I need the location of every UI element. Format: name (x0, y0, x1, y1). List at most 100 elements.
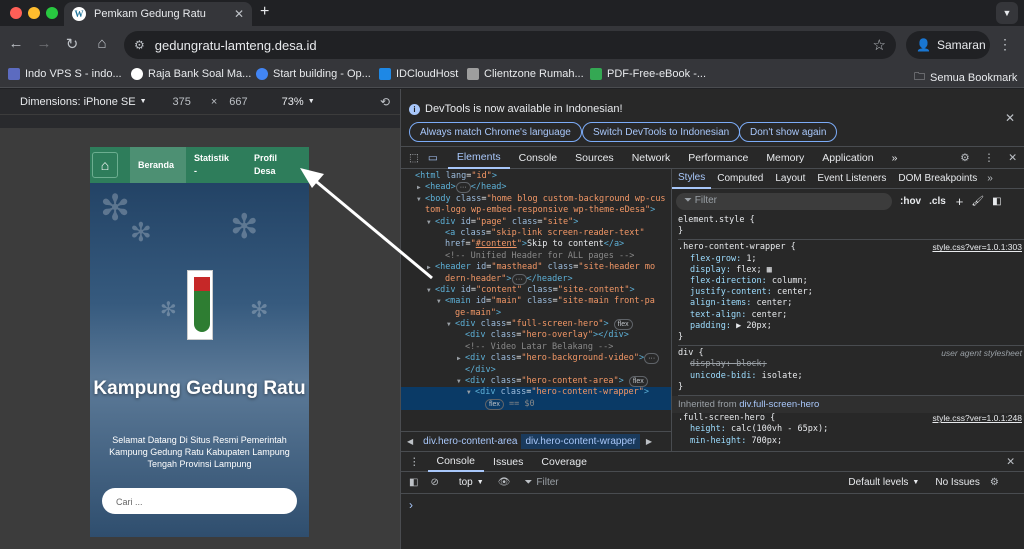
console-filter-input[interactable]: Filter (536, 477, 836, 488)
eye-icon[interactable]: 👁 (484, 477, 521, 488)
dom-node-line[interactable]: dern-header"> ··· </header> (401, 273, 671, 285)
css-rule[interactable]: element.style {} (678, 213, 1024, 241)
tab-sources[interactable]: Sources (566, 152, 623, 164)
dom-node-line[interactable]: ▶ <header id="masthead" class="site-heade… (401, 262, 671, 273)
close-window-button[interactable] (10, 7, 22, 19)
nav-statistik[interactable]: Statistik - (186, 147, 242, 183)
expand-triangle-icon[interactable]: ▼ (427, 285, 435, 296)
css-source-link[interactable]: user agent stylesheet (941, 348, 1024, 359)
dom-node-line[interactable]: ▶ <div class="hero-background-video"> ··· (401, 353, 671, 365)
bookmark-item[interactable]: Raja Bank Soal Ma... (131, 68, 251, 80)
dom-node-line[interactable]: <!-- Video Latar Belakang --> (401, 342, 671, 353)
css-property[interactable]: align-items: center; (678, 298, 1024, 309)
dom-node-line[interactable]: <html lang="id"> (401, 171, 671, 182)
sidebar-icon[interactable]: ◧ (401, 477, 424, 488)
css-source-link[interactable]: style.css?ver=1.0.1:303 (932, 242, 1024, 253)
zoom-select[interactable]: 73% (282, 96, 304, 108)
tab-memory[interactable]: Memory (757, 152, 813, 164)
reload-button[interactable]: ↻ (62, 35, 82, 53)
drawer-menu-icon[interactable]: ⋮ (401, 456, 428, 468)
clear-console-icon[interactable]: ⊘ (424, 477, 444, 488)
css-property[interactable]: text-align: center; (678, 310, 1024, 321)
css-rule[interactable]: style.css?ver=1.0.1:303 .hero-content-wra… (678, 240, 1024, 347)
breadcrumb-item[interactable]: div.hero-content-area (419, 434, 521, 449)
bookmark-item[interactable]: PDF-Free-eBook -... (590, 68, 706, 80)
dom-node-line[interactable]: ▼ <body class="home blog custom-backgroun… (401, 194, 671, 205)
nav-profil-desa[interactable]: Profil Desa (246, 147, 302, 183)
tab-issues[interactable]: Issues (484, 456, 532, 468)
maximize-window-button[interactable] (46, 7, 58, 19)
device-dimensions-select[interactable]: Dimensions: iPhone SE (20, 96, 136, 108)
hov-button[interactable]: :hov (900, 196, 921, 207)
all-bookmarks-button[interactable]: 🗀 Semua Bookmark (914, 68, 1017, 87)
switch-language-button[interactable]: Switch DevTools to Indonesian (582, 122, 741, 142)
dom-node-line[interactable]: ▼ <div id="content" class="site-content"> (401, 285, 671, 296)
dom-node-line[interactable]: <a class="skip-link screen-reader-text" (401, 228, 671, 239)
default-levels-select[interactable]: Default levels (848, 477, 908, 488)
close-devtools-icon[interactable]: ✕ (1000, 152, 1024, 164)
height-input[interactable]: 667 (229, 96, 247, 108)
css-property[interactable]: padding: ▶ 20px; (678, 321, 1024, 332)
gear-icon[interactable]: ⚙ (990, 477, 999, 488)
dom-node-line[interactable]: ge-main"> (401, 308, 671, 319)
minimize-window-button[interactable] (28, 7, 40, 19)
close-tab-icon[interactable]: ✕ (234, 7, 244, 21)
dom-node-line[interactable]: ▼ <div class="hero-content-wrapper"> (401, 387, 671, 399)
tab-console[interactable]: Console (510, 152, 567, 164)
css-property[interactable]: flex-grow: 1; (678, 254, 1024, 265)
cls-button[interactable]: .cls (929, 196, 946, 207)
add-rule-icon[interactable]: + (956, 194, 964, 209)
scroll-left-icon[interactable]: ◀ (401, 437, 419, 446)
gear-icon[interactable]: ⚙ (952, 152, 977, 164)
breadcrumb-item-selected[interactable]: div.hero-content-wrapper (521, 434, 640, 449)
css-property[interactable]: justify-content: center; (678, 287, 1024, 298)
bookmark-item[interactable]: IDCloudHost (379, 68, 458, 80)
css-property[interactable]: display: flex; ▦ (678, 265, 1024, 276)
scroll-right-icon[interactable]: ▶ (640, 437, 658, 446)
inherited-from-link[interactable]: div.full-screen-hero (739, 399, 819, 410)
back-button[interactable]: ← (6, 35, 26, 52)
expand-triangle-icon[interactable]: ▶ (427, 262, 435, 273)
css-property[interactable]: display: block; (678, 359, 1024, 370)
inspect-element-icon[interactable]: ⬚ (401, 152, 424, 164)
tab-elements[interactable]: Elements (447, 147, 510, 169)
css-property[interactable]: height: calc(100vh - 65px); (678, 424, 1024, 435)
devtools-menu-icon[interactable]: ⋮ (978, 152, 1001, 164)
dom-node-line[interactable]: ▼ <div id="page" class="site"> (401, 217, 671, 228)
dom-node-line[interactable]: href="#content">Skip to content</a> (401, 239, 671, 250)
css-source-link[interactable]: style.css?ver=1.0.1:248 (932, 413, 1024, 424)
tab-console-drawer[interactable]: Console (427, 452, 485, 472)
dont-show-again-button[interactable]: Don't show again (739, 122, 838, 142)
expand-triangle-icon[interactable]: ▼ (467, 387, 475, 398)
css-property[interactable]: flex-direction: column; (678, 276, 1024, 287)
css-rule[interactable]: user agent stylesheet div {display: block… (678, 346, 1024, 397)
device-toggle-icon[interactable]: ▭ (424, 152, 448, 164)
browser-tab[interactable]: W Pemkam Gedung Ratu ✕ (64, 2, 252, 26)
site-home-icon[interactable]: ⌂ (92, 152, 118, 178)
bookmark-item[interactable]: Indo VPS S - indo... (8, 68, 122, 80)
home-button[interactable]: ⌂ (92, 35, 112, 52)
tab-performance[interactable]: Performance (679, 152, 757, 164)
paint-icon[interactable]: 🖌 (971, 196, 984, 207)
dom-tree[interactable]: <html lang="id"> ▶ <head> ··· </head> ▼ <body … (401, 169, 671, 431)
dom-node-line[interactable]: ▶ <head> ··· </head> (401, 182, 671, 194)
dom-node-line[interactable]: ▼ <div class="hero-content-area"> flex (401, 376, 671, 388)
match-language-button[interactable]: Always match Chrome's language (409, 122, 582, 142)
expand-triangle-icon[interactable]: ▼ (447, 319, 455, 330)
tab-coverage[interactable]: Coverage (532, 456, 596, 468)
site-search-input[interactable]: Cari ... (102, 488, 297, 514)
tab-event-listeners[interactable]: Event Listeners (811, 173, 892, 184)
width-input[interactable]: 375 (173, 96, 191, 108)
console-prompt[interactable]: › (401, 494, 1024, 516)
dom-node-line[interactable]: ▼ <div class="full-screen-hero"> flex (401, 319, 671, 331)
dom-node-line[interactable]: tom-logo wp-embed-responsive wp-theme-eD… (401, 205, 671, 216)
site-info-icon[interactable]: ⚙ (134, 38, 145, 52)
close-infobar-icon[interactable]: ✕ (1005, 111, 1015, 125)
address-bar[interactable]: ⚙ gedungratu-lamteng.desa.id ☆ (124, 31, 896, 59)
dom-node-line[interactable]: <div class="hero-overlay"></div> (401, 330, 671, 341)
dom-node-line[interactable]: </div> (401, 365, 671, 376)
more-tabs-icon[interactable]: » (983, 173, 997, 184)
bookmark-item[interactable]: Start building - Op... (256, 68, 371, 80)
tab-application[interactable]: Application (813, 152, 882, 164)
tab-search-button[interactable]: ▼ (996, 2, 1018, 24)
